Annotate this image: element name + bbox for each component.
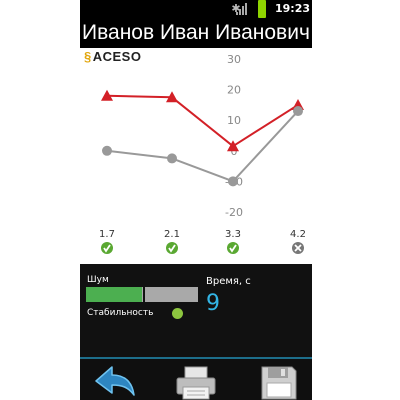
- stability-indicator: [172, 308, 183, 319]
- x-tick-label: 1.7: [99, 229, 115, 240]
- logo-mark-icon: §: [84, 49, 92, 64]
- chart-panel: 3020100-10-201.72.13.34.2 §ACESO: [80, 48, 312, 261]
- series-point-circle: [293, 106, 303, 117]
- stability-label: Стабильность: [87, 308, 154, 318]
- back-arrow-icon[interactable]: [88, 363, 140, 400]
- noise-bar: [86, 287, 198, 302]
- noise-bar-divider: [143, 287, 145, 302]
- patient-name: Иванов Иван Иванович: [82, 21, 310, 44]
- bottom-toolbar: [80, 357, 312, 400]
- noise-bar-fill: [86, 287, 142, 302]
- aceso-logo: §ACESO: [84, 48, 141, 66]
- noise-label: Шум: [87, 275, 109, 285]
- x-tick-label: 2.1: [164, 229, 180, 240]
- phone-screen: ✱ 19:23 Иванов Иван Иванович 3020100-10-…: [80, 0, 312, 400]
- series-point-circle: [102, 145, 112, 156]
- x-tick-label: 3.3: [225, 229, 241, 240]
- metrics-panel: Шум Стабильность Время, с 9: [80, 261, 312, 357]
- series-point-circle: [228, 176, 238, 187]
- signal-icon: [236, 3, 247, 15]
- series-point-circle: [167, 153, 177, 164]
- save-floppy-icon[interactable]: [252, 363, 304, 400]
- x-tick-label: 4.2: [290, 229, 306, 240]
- status-bar: ✱ 19:23: [80, 0, 312, 18]
- print-icon[interactable]: [170, 363, 222, 400]
- series-line-0: [106, 94, 299, 148]
- y-tick-label: 10: [227, 114, 241, 127]
- time-value: 9: [206, 291, 220, 316]
- y-tick-label: 20: [227, 84, 241, 97]
- y-tick-label: -20: [225, 206, 243, 219]
- title-bar: Иванов Иван Иванович: [80, 18, 312, 48]
- trend-chart: 3020100-10-201.72.13.34.2: [99, 53, 306, 254]
- y-tick-label: 30: [227, 53, 241, 66]
- time-label: Время, с: [206, 276, 251, 287]
- logo-text: ACESO: [92, 49, 142, 64]
- battery-icon: [258, 0, 266, 18]
- status-clock: 19:23: [275, 2, 311, 15]
